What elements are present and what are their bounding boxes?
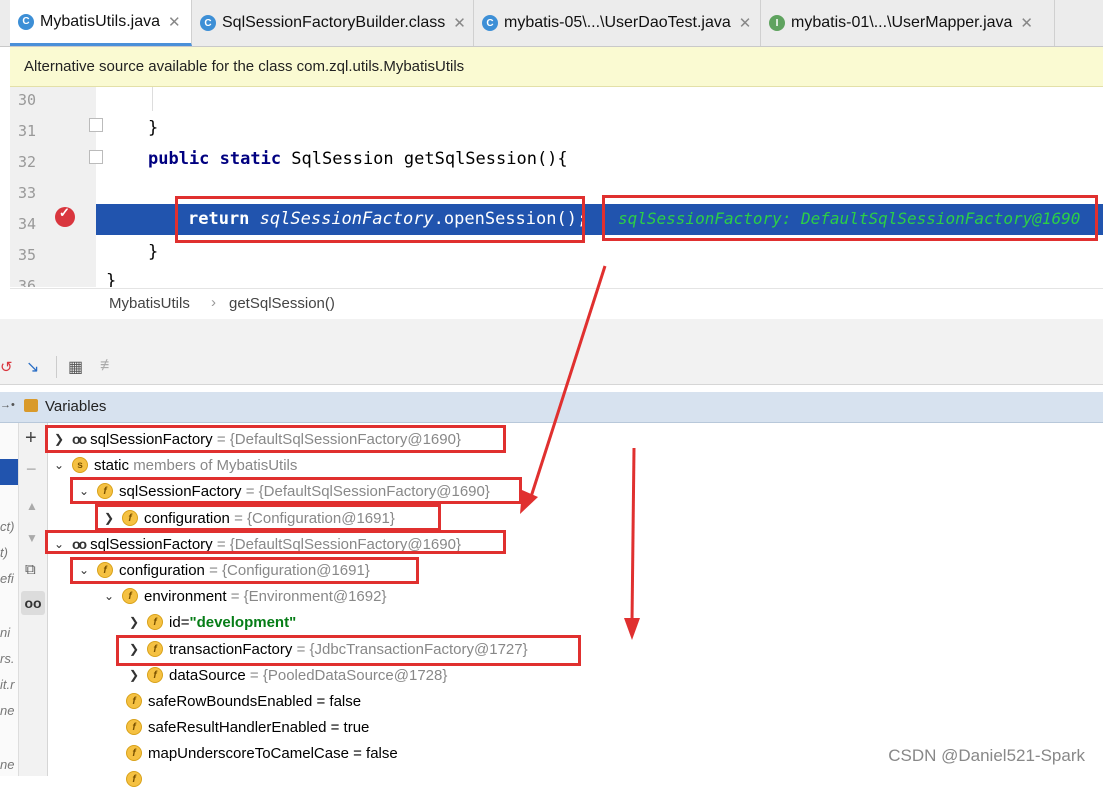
annotation-arrow-line — [528, 265, 607, 501]
annotation-arrowhead — [520, 490, 538, 514]
annotation-arrow-line — [630, 447, 636, 623]
annotation-arrows — [520, 265, 640, 640]
watermark: CSDN @Daniel521-Spark — [888, 746, 1085, 765]
annotation-arrowhead — [624, 618, 640, 640]
